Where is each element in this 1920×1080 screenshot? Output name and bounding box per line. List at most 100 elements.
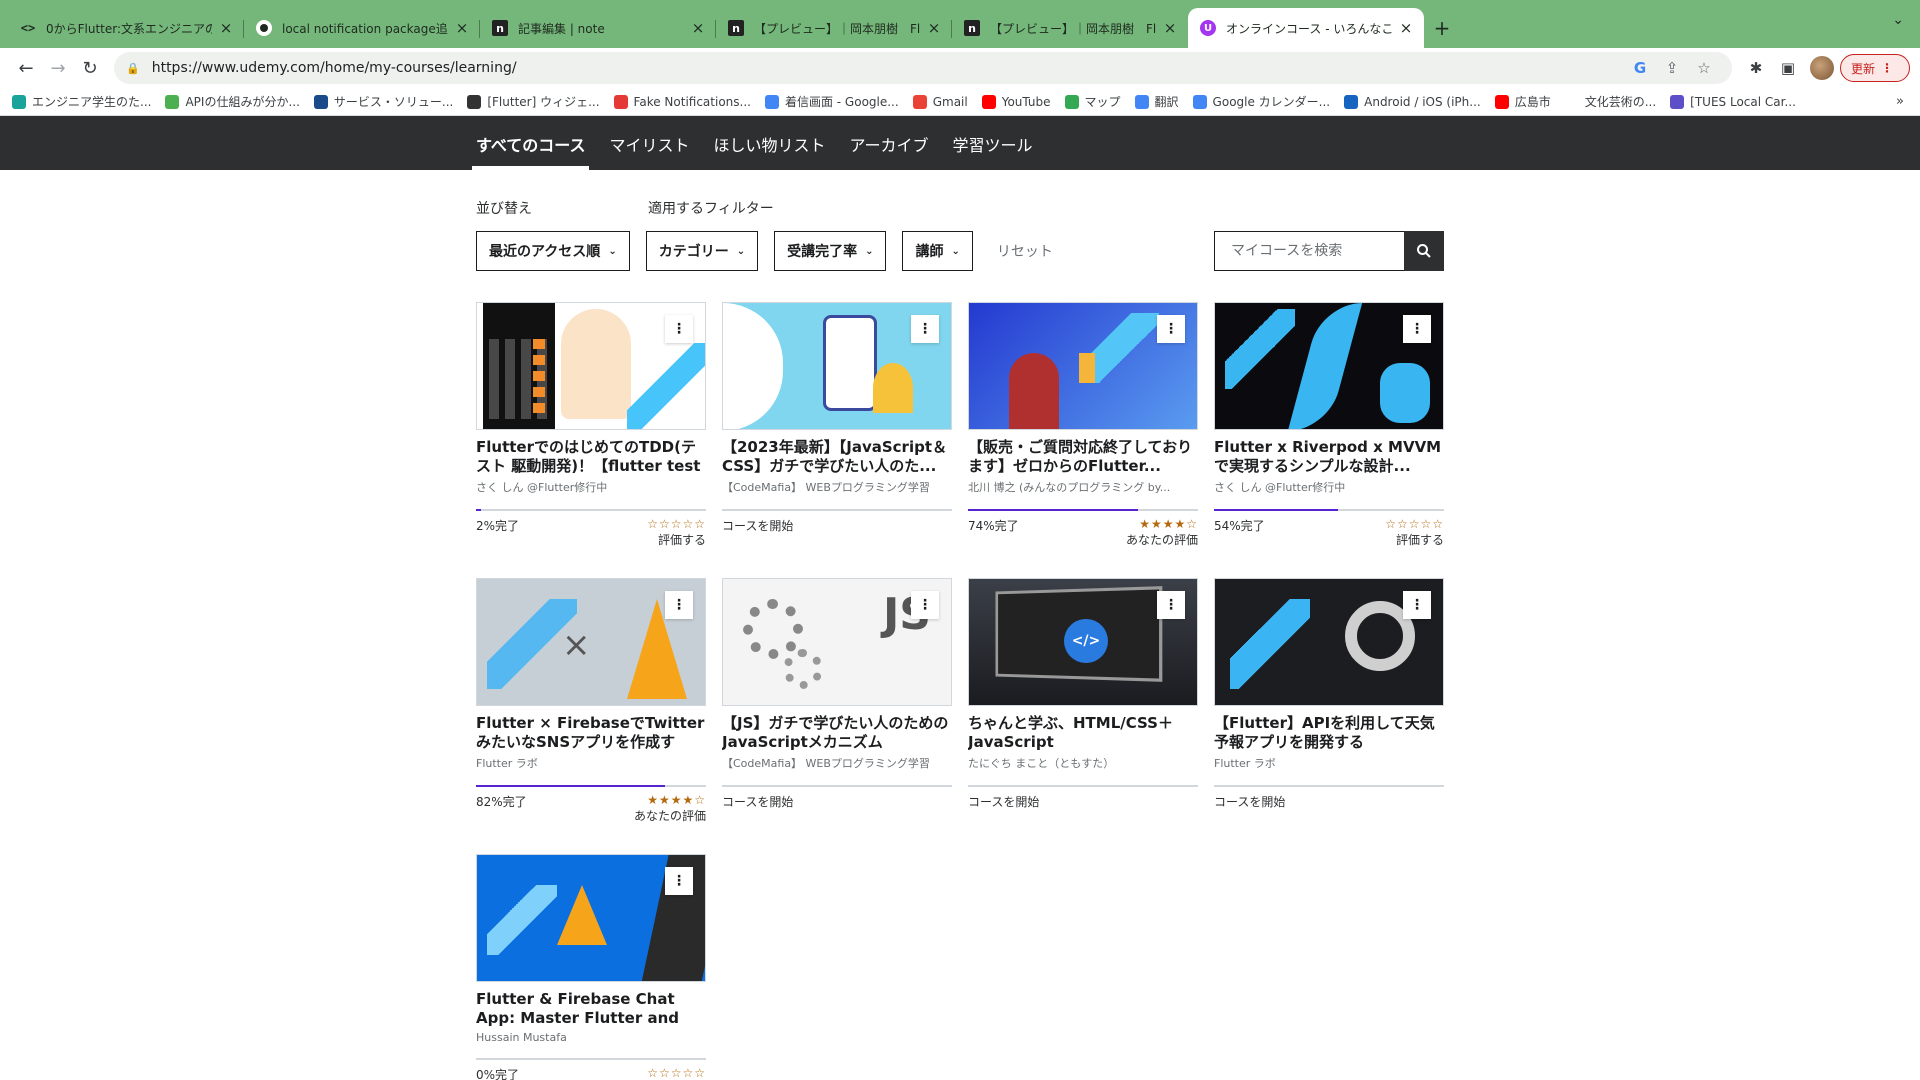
bookmark-item[interactable]: Google カレンダー...: [1192, 93, 1330, 110]
side-panel-icon[interactable]: ▣: [1772, 52, 1804, 84]
profile-avatar[interactable]: [1809, 56, 1834, 80]
share-icon[interactable]: ⇪: [1656, 59, 1688, 77]
close-icon[interactable]: ×: [218, 19, 234, 37]
course-title[interactable]: Flutter & Firebase Chat App: Master Flut…: [476, 990, 706, 1028]
course-card[interactable]: ⋮ 【販売・ご質問対応終了しております】ゼロからのFlutter... 北川 博之 …: [968, 302, 1198, 556]
nav-tab[interactable]: すべてのコース: [471, 132, 590, 170]
course-status[interactable]: 2%完了: [476, 517, 519, 548]
browser-tab[interactable]: n 【プレビュー】｜岡本朋樹 Flutter ×: [716, 8, 952, 48]
bookmark-item[interactable]: サービス・ソリュー...: [313, 93, 453, 110]
bookmark-item[interactable]: マップ: [1064, 93, 1121, 110]
close-icon[interactable]: ×: [926, 19, 942, 37]
extensions-puzzle-icon[interactable]: ✱: [1740, 52, 1772, 84]
back-arrow-icon[interactable]: ←: [10, 52, 42, 84]
bookmark-item[interactable]: エンジニア学生のた...: [12, 93, 151, 110]
browser-tab[interactable]: n 記事編集 | note ×: [480, 8, 716, 48]
course-rating[interactable]: ★★★★☆ あなたの評価: [1126, 517, 1198, 548]
course-thumbnail[interactable]: ⋮: [1214, 302, 1444, 430]
update-button[interactable]: 更新 ⋮: [1839, 54, 1910, 82]
course-card[interactable]: ⋮ 【Flutter】APIを利用して天気予報アプリを開発する Flutter ラボ…: [1214, 578, 1444, 832]
course-card[interactable]: ⋮ Flutter & Firebase Chat App: Master Flu…: [476, 854, 706, 1080]
course-title[interactable]: ちゃんと学ぶ、HTML/CSS＋JavaScript: [968, 714, 1198, 752]
reload-icon[interactable]: ↻: [74, 52, 106, 84]
course-card[interactable]: JS ⋮ 【JS】ガチで学びたい人のためのJavaScriptメカニズム 【CodeM…: [722, 578, 952, 832]
course-title[interactable]: 【2023年最新】【JavaScript＆CSS】ガチで学びたい人のた...: [722, 438, 952, 476]
course-menu-icon[interactable]: ⋮: [1157, 315, 1185, 343]
course-card[interactable]: </> ⋮ ちゃんと学ぶ、HTML/CSS＋JavaScript たにぐち まこと（と…: [968, 578, 1198, 832]
bookmark-item[interactable]: Android / iOS (iPh...: [1344, 94, 1481, 109]
course-menu-icon[interactable]: ⋮: [665, 315, 693, 343]
close-icon[interactable]: ×: [1398, 19, 1414, 37]
bookmark-star-icon[interactable]: ☆: [1688, 59, 1720, 77]
bookmark-item[interactable]: Fake Notifications...: [613, 94, 751, 109]
course-title[interactable]: FlutterでのはじめてのTDD(テスト 駆動開発)！【flutter tes…: [476, 438, 706, 476]
lock-icon[interactable]: 🔒: [126, 62, 140, 75]
browser-tab[interactable]: local notification package追加 ×: [244, 8, 480, 48]
course-status[interactable]: 0%完了: [476, 1066, 519, 1080]
search-button[interactable]: [1404, 231, 1444, 271]
course-status[interactable]: 82%完了: [476, 793, 527, 824]
instructor-dropdown[interactable]: 講師 ⌄: [902, 231, 973, 271]
course-thumbnail[interactable]: </> ⋮: [968, 578, 1198, 706]
course-thumbnail[interactable]: ⋮: [476, 854, 706, 982]
browser-tab[interactable]: U オンラインコース - いろんなことを ×: [1188, 8, 1424, 48]
address-bar[interactable]: 🔒 https://www.udemy.com/home/my-courses/…: [114, 52, 1732, 84]
course-thumbnail[interactable]: ⋮: [1214, 578, 1444, 706]
course-card[interactable]: ⋮ 【2023年最新】【JavaScript＆CSS】ガチで学びたい人のた... 【…: [722, 302, 952, 556]
course-status[interactable]: 54%完了: [1214, 517, 1265, 548]
course-card[interactable]: ⋮ FlutterでのはじめてのTDD(テスト 駆動開発)！【flutter te…: [476, 302, 706, 556]
progress-dropdown[interactable]: 受講完了率 ⌄: [774, 231, 887, 271]
nav-tab[interactable]: 学習ツール: [953, 132, 1033, 170]
nav-tab[interactable]: アーカイブ: [849, 132, 928, 170]
course-menu-icon[interactable]: ⋮: [1403, 591, 1431, 619]
bookmark-item[interactable]: YouTube: [981, 94, 1051, 109]
course-status[interactable]: コースを開始: [1214, 793, 1285, 810]
course-title[interactable]: 【Flutter】APIを利用して天気予報アプリを開発する: [1214, 714, 1444, 752]
bookmark-item[interactable]: 着信画面 - Google...: [764, 93, 899, 110]
course-thumbnail[interactable]: ⋮: [968, 302, 1198, 430]
bookmark-item[interactable]: 文化芸術の...: [1564, 93, 1656, 110]
course-status[interactable]: コースを開始: [722, 517, 793, 534]
sort-dropdown[interactable]: 最近のアクセス順 ⌄: [476, 231, 630, 271]
course-thumbnail[interactable]: ⋮: [722, 302, 952, 430]
reset-button[interactable]: リセット: [997, 241, 1053, 261]
course-menu-icon[interactable]: ⋮: [665, 867, 693, 895]
course-title[interactable]: Flutter x Riverpod x MVVMで実現するシンプルな設計...: [1214, 438, 1444, 476]
forward-arrow-icon[interactable]: →: [42, 52, 74, 84]
category-dropdown[interactable]: カテゴリー ⌄: [645, 231, 759, 271]
new-tab-button[interactable]: +: [1424, 8, 1460, 48]
nav-tab[interactable]: マイリスト: [609, 132, 689, 170]
tab-search-chevron-icon[interactable]: ⌄: [1892, 12, 1904, 28]
close-icon[interactable]: ×: [454, 19, 470, 37]
browser-tab[interactable]: <> 0からFlutter:文系エンジニアの挑戦 ×: [8, 8, 244, 48]
course-thumbnail[interactable]: JS ⋮: [722, 578, 952, 706]
course-menu-icon[interactable]: ⋮: [1157, 591, 1185, 619]
course-rating[interactable]: ☆☆☆☆☆ 評価する: [1385, 517, 1444, 548]
course-menu-icon[interactable]: ⋮: [665, 591, 693, 619]
course-menu-icon[interactable]: ⋮: [911, 591, 939, 619]
course-status[interactable]: 74%完了: [968, 517, 1019, 548]
course-rating[interactable]: ★★★★☆ あなたの評価: [634, 793, 706, 824]
course-status[interactable]: コースを開始: [968, 793, 1039, 810]
bookmark-item[interactable]: Gmail: [912, 94, 968, 109]
bookmark-item[interactable]: 広島市: [1494, 93, 1551, 110]
course-rating[interactable]: ☆☆☆☆☆ 評価する: [647, 517, 706, 548]
course-search-input[interactable]: [1214, 231, 1404, 271]
bookmark-item[interactable]: [TUES Local Car...: [1670, 94, 1796, 109]
bookmark-item[interactable]: [Flutter] ウィジェ...: [467, 93, 600, 110]
bookmark-item[interactable]: APIの仕組みが分か...: [165, 93, 300, 110]
course-status[interactable]: コースを開始: [722, 793, 793, 810]
course-title[interactable]: 【JS】ガチで学びたい人のためのJavaScriptメカニズム: [722, 714, 952, 752]
course-card[interactable]: ⋮ Flutter x Riverpod x MVVMで実現するシンプルな設計..…: [1214, 302, 1444, 556]
close-icon[interactable]: ×: [690, 19, 706, 37]
browser-tab[interactable]: n 【プレビュー】｜岡本朋樹 Flutter ×: [952, 8, 1188, 48]
course-title[interactable]: 【販売・ご質問対応終了しております】ゼロからのFlutter...: [968, 438, 1198, 476]
course-thumbnail[interactable]: ⋮: [476, 302, 706, 430]
course-rating[interactable]: ☆☆☆☆☆: [647, 1066, 706, 1080]
google-lens-icon[interactable]: G: [1624, 59, 1656, 77]
course-menu-icon[interactable]: ⋮: [1403, 315, 1431, 343]
close-icon[interactable]: ×: [1162, 19, 1178, 37]
nav-tab[interactable]: ほしい物リスト: [713, 132, 825, 170]
course-thumbnail[interactable]: × ⋮: [476, 578, 706, 706]
course-title[interactable]: Flutter × FirebaseでTwitterみたいなSNSアプリを作成す…: [476, 714, 706, 752]
